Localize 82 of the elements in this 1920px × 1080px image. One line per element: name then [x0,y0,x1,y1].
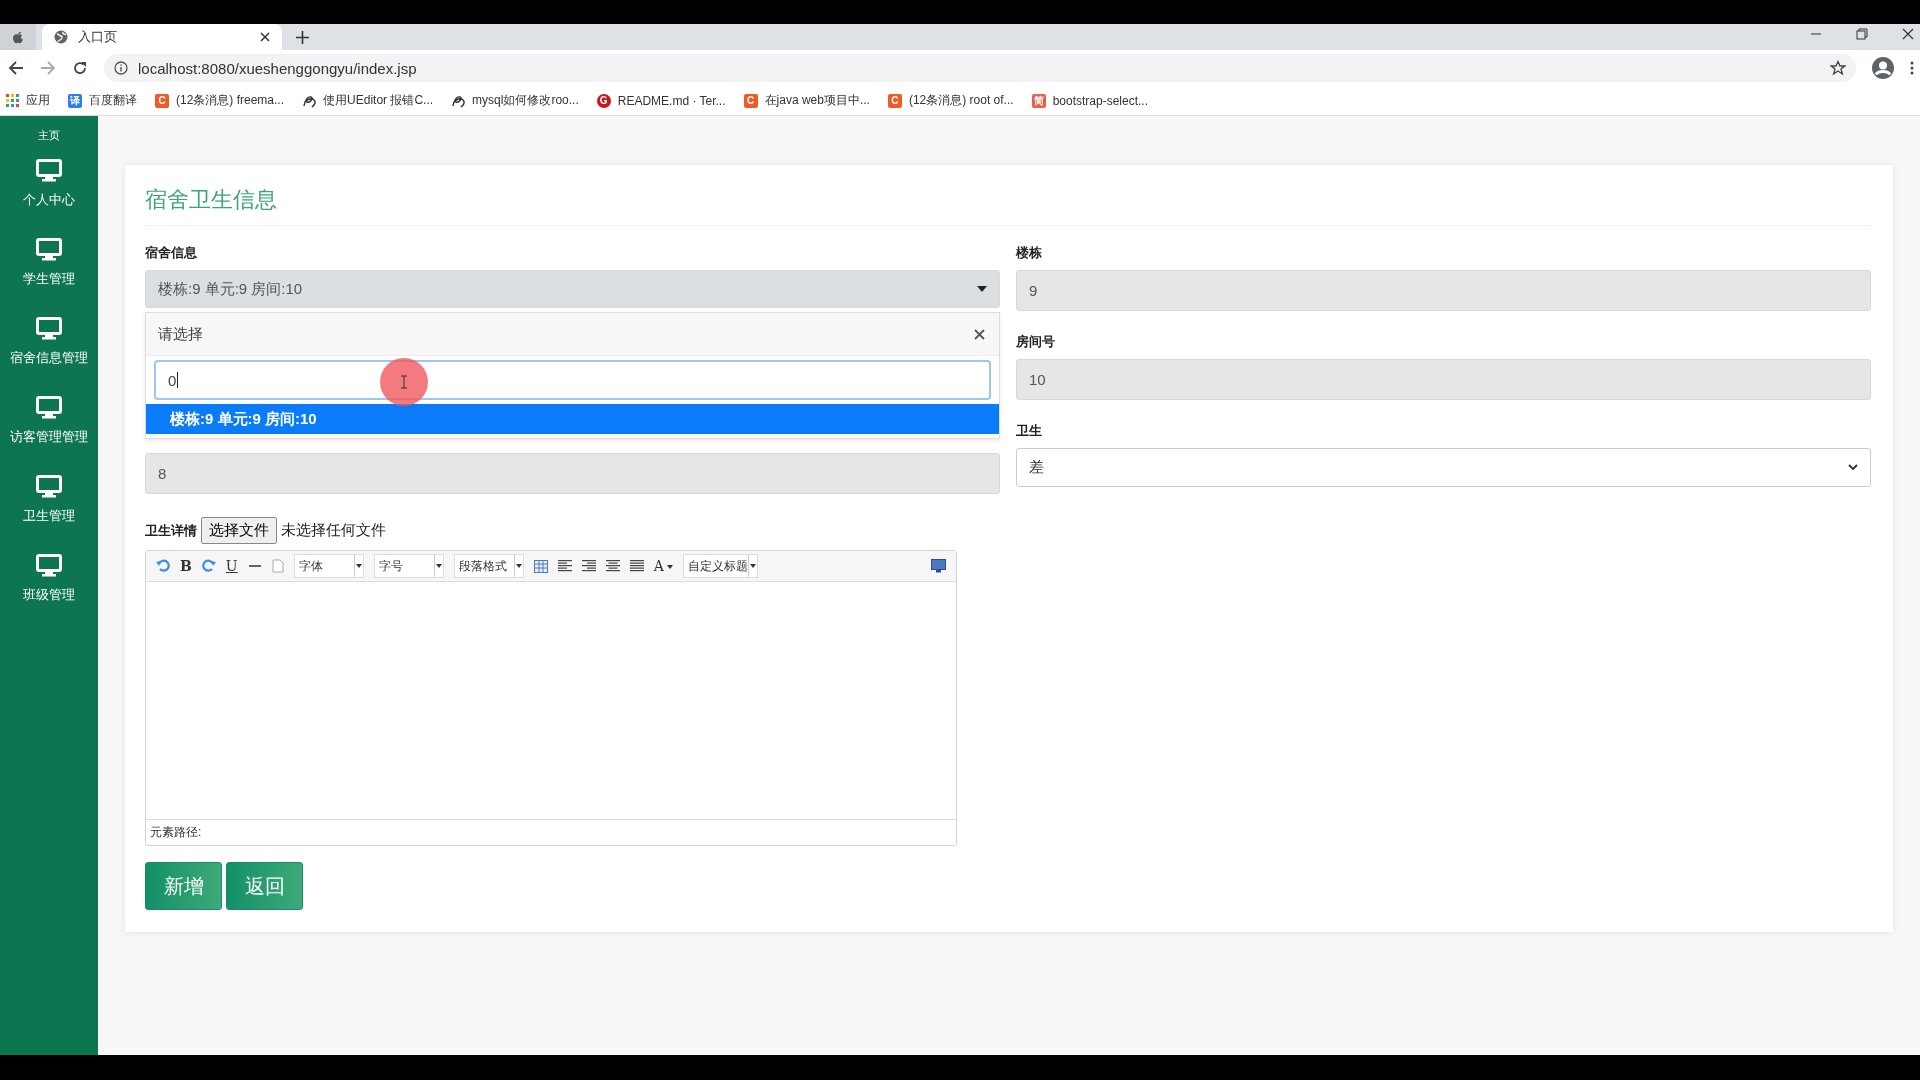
field-label: 卫生 [1016,422,1043,440]
site-logo-icon: 译 [68,93,82,108]
swirl-logo-icon [302,93,317,108]
bookmark[interactable]: 译 百度翻译 [68,92,137,109]
swirl-logo-icon [451,93,466,108]
site-logo-icon: G [596,93,611,108]
bookmark[interactable]: C (12条消息) root of... [887,92,1014,109]
back-arrow-icon[interactable] [8,60,24,76]
close-icon[interactable] [260,32,270,42]
dorm-select[interactable]: 楼栋:9 单元:9 房间:10 [145,270,1000,308]
caret-icon [355,564,362,568]
apple-icon[interactable] [12,30,24,44]
undo-icon[interactable] [156,559,170,573]
element-path-text: 元素路径: [146,819,956,845]
dropdown-header: 请选择 [158,324,203,344]
align-icon[interactable] [605,560,620,572]
cursor-highlight-icon [380,358,428,406]
bookmark[interactable]: 使用UEditor 报错C... [302,92,434,109]
toolbar-dropdown[interactable]: 自定义标题 [682,554,758,578]
monitor-icon [36,238,62,262]
close-icon[interactable] [974,328,985,340]
monitor-icon [36,396,62,420]
new-tab-icon[interactable] [296,30,309,44]
underline-button[interactable]: U [225,558,238,574]
bookmark[interactable]: 应用 [6,92,50,109]
toolbar-dropdown[interactable]: 字体 [293,554,364,578]
field-label: 楼栋 [1016,244,1043,262]
choose-file-button[interactable]: 选择文件 [201,517,277,544]
action-button[interactable]: 新增 [145,862,222,910]
browser-tab[interactable]: 入口页 [42,24,282,50]
star-icon[interactable] [1830,60,1846,76]
caret-icon [977,286,987,292]
site-logo-icon: C [887,93,902,108]
field-label: 房间号 [1016,333,1056,351]
align-icon[interactable] [581,560,596,572]
text-field[interactable]: 10 [1016,359,1871,400]
dropdown-option[interactable]: 楼栋:9 单元:9 房间:10 [146,404,999,434]
caret-icon [435,564,442,568]
bookmark[interactable]: C (12条消息) freema... [155,92,285,109]
caret-icon [666,565,673,569]
site-logo-icon: 简 [1031,93,1046,108]
search-field[interactable]: 0 [154,360,991,400]
caret-icon [515,564,522,568]
redo-icon[interactable] [201,559,216,573]
sidebar-item[interactable]: 主页 [0,116,98,145]
bookmark[interactable]: mysql如何修改roo... [451,92,579,109]
monitor-icon [36,554,62,578]
bookmark[interactable]: 简 bootstrap-select... [1031,93,1148,108]
bookmark[interactable]: G README.md · Ter... [596,93,726,108]
profile-avatar-icon[interactable] [1872,57,1894,79]
page-title: 宿舍卫生信息 [145,185,1871,226]
monitor-icon [36,475,62,499]
field-label: 宿舍信息 [145,244,198,262]
caret-icon [749,564,756,568]
monitor-icon[interactable] [931,559,946,573]
table-icon[interactable] [533,559,548,573]
url-text: localhost:8080/xueshenggongyu/index.jsp [138,59,417,77]
close-icon[interactable] [1902,28,1914,40]
file-status: 未选择任何文件 [281,521,386,540]
apps-grid-icon [6,94,19,107]
align-icon[interactable] [629,560,644,572]
site-logo-icon: C [743,93,758,108]
bookmark[interactable]: C 在java web项目中... [743,92,870,109]
toolbar-dropdown[interactable]: 段落格式 [453,554,524,578]
select-field[interactable]: 差 [1016,448,1871,487]
text-field[interactable]: 9 [1016,270,1871,311]
address-bar[interactable]: localhost:8080/xueshenggongyu/index.jsp [104,54,1856,82]
monitor-icon [36,159,62,183]
align-icon[interactable] [557,560,572,572]
more-menu-icon[interactable] [1910,61,1914,75]
chevron-down-icon [1848,464,1858,471]
reload-icon[interactable] [72,60,88,76]
field-label: 卫生详情 [145,521,197,540]
toolbar-dropdown[interactable]: 字号 [373,554,444,578]
bold-button[interactable]: B [180,558,192,574]
site-logo-icon: C [155,93,169,108]
font-color-button[interactable]: A [653,558,673,574]
restore-icon[interactable] [1856,28,1868,40]
info-icon [114,61,128,75]
monitor-icon [36,317,62,341]
action-button[interactable]: 返回 [226,862,303,910]
unit-field[interactable]: 8 [145,453,1000,494]
